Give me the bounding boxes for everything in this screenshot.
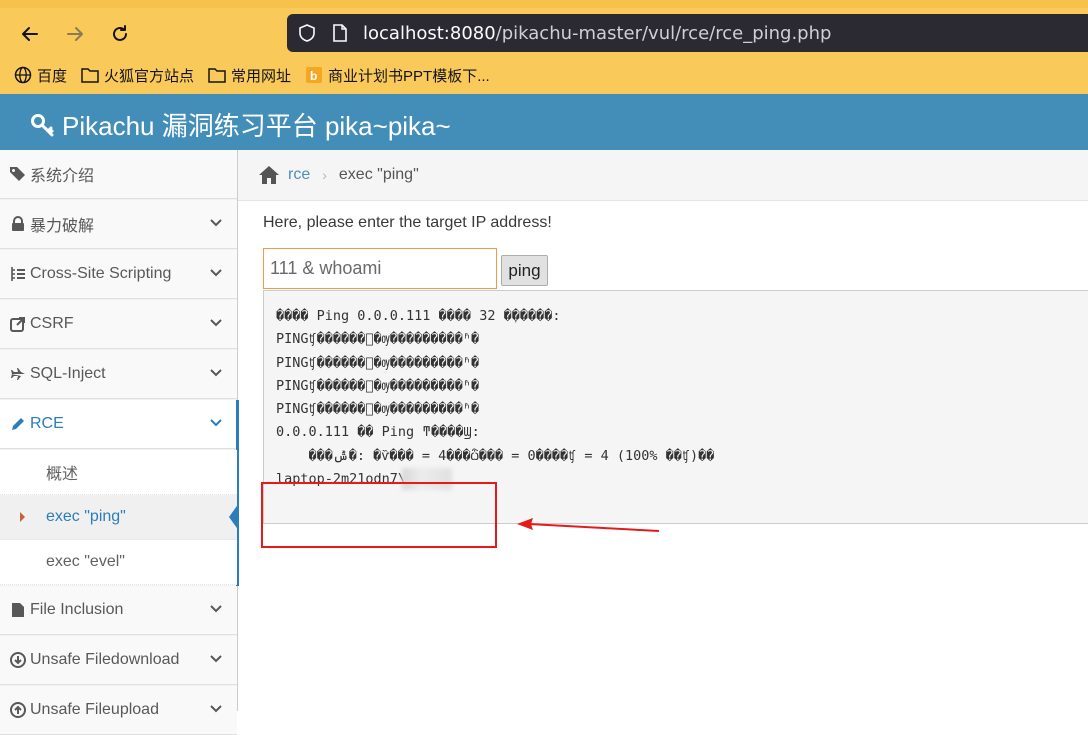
output-line: PINGʧ������ͨ�ѹ���������ʱ� xyxy=(276,401,480,418)
sidebar-item-label: 系统介绍 xyxy=(30,168,95,185)
app-title-text: Pikachu 漏洞练习平台 pika~pika~ xyxy=(62,111,451,141)
sidebar-item-csrf[interactable]: CSRF xyxy=(0,300,237,349)
chevron-down-icon xyxy=(210,705,222,713)
download-icon xyxy=(8,652,28,668)
reload-icon xyxy=(113,25,127,41)
bookmark-baidu[interactable]: 百度 xyxy=(14,65,67,86)
sidebar-item-label: Unsafe Fileupload xyxy=(30,701,159,718)
output-line: 0.0.0.111 �� Ping ͳ����Ϣ: xyxy=(276,424,480,441)
bookmark-label: 常用网址 xyxy=(231,67,292,85)
sidebar-item-label: CSRF xyxy=(30,315,74,332)
list-icon xyxy=(8,266,28,282)
forward-button[interactable] xyxy=(61,20,89,48)
output-line: PINGʧ������ͨ�ѹ���������ʱ� xyxy=(276,377,480,394)
page-info-icon[interactable] xyxy=(332,23,348,43)
url-text[interactable]: localhost:8080/pikachu-master/vul/rce/rc… xyxy=(363,23,831,44)
sidebar-item-rce[interactable]: RCE xyxy=(0,400,239,586)
file-icon xyxy=(8,602,28,618)
bookmark-common[interactable]: 常用网址 xyxy=(208,65,291,86)
sidebar-item-label: 暴力破解 xyxy=(30,218,95,235)
browser-toolbar: localhost:8080/pikachu-master/vul/rce/rc… xyxy=(0,0,1088,94)
tags-icon xyxy=(8,166,28,182)
shield-icon[interactable] xyxy=(297,23,317,43)
output-line: PINGʧ������ͨ�ѹ���������ʱ� xyxy=(276,331,480,348)
chevron-down-icon xyxy=(210,419,222,427)
url-bar[interactable]: localhost:8080/pikachu-master/vul/rce/rc… xyxy=(287,14,1088,52)
key-icon xyxy=(31,113,54,136)
globe-icon xyxy=(14,66,32,84)
sidebar-subitem-label: 概述 xyxy=(46,466,79,483)
output-line: PINGʧ������ͨ�ѹ���������ʱ� xyxy=(276,354,480,371)
svg-text:b: b xyxy=(310,69,317,83)
bookmark-firefox[interactable]: 火狐官方站点 xyxy=(81,65,194,86)
plane-icon xyxy=(8,367,28,381)
chevron-down-icon xyxy=(210,655,222,663)
back-button[interactable] xyxy=(16,20,44,48)
sidebar-item-bruteforce[interactable]: 暴力破解 xyxy=(0,200,237,249)
sidebar-item-label: RCE xyxy=(30,415,64,432)
chevron-down-icon xyxy=(210,605,222,613)
caret-right-icon xyxy=(20,512,25,522)
app-title[interactable]: Pikachu 漏洞练习平台 pika~pika~ xyxy=(30,106,451,143)
forward-arrow-icon xyxy=(67,27,83,41)
sidebar-item-xss[interactable]: Cross-Site Scripting xyxy=(0,250,237,299)
bookmark-ppt[interactable]: b 商业计划书PPT模板下... xyxy=(305,65,490,86)
upload-icon xyxy=(8,702,28,718)
chevron-down-icon xyxy=(210,219,222,227)
output-line: ���ݰ�: �ѷ��� = 4���ѽ��� = 0����ʧ = 4 (10… xyxy=(276,447,715,464)
sidebar-item-label: Unsafe Filedownload xyxy=(30,651,180,668)
breadcrumb: rce › exec "ping" xyxy=(238,150,1088,201)
sidebar-subitem-overview[interactable]: 概述 xyxy=(0,450,237,495)
sidebar-item-intro[interactable]: 系统介绍 xyxy=(0,150,237,199)
ip-address-input[interactable] xyxy=(263,248,497,289)
sidebar: 系统介绍 暴力破解 Cross-Site Scripting CSRF SQL-… xyxy=(0,150,239,735)
bookmark-label: 百度 xyxy=(37,67,68,85)
sidebar-subitem-exec-ping[interactable]: exec "ping" xyxy=(0,495,239,540)
folder-icon xyxy=(81,68,99,83)
sidebar-subitem-label: exec "evel" xyxy=(46,553,125,570)
site-favicon-icon: b xyxy=(306,67,323,83)
annotation-arrow-icon xyxy=(517,518,660,532)
sidebar-item-file-inclusion[interactable]: File Inclusion xyxy=(0,586,237,635)
bookmark-label: 火狐官方站点 xyxy=(104,67,195,85)
sidebar-subitem-exec-evel[interactable]: exec "evel" xyxy=(0,540,237,585)
back-arrow-icon xyxy=(22,27,38,41)
annotation-highlight-box xyxy=(261,482,497,548)
reload-button[interactable] xyxy=(106,20,134,48)
bookmarks-bar: 百度 火狐官方站点 常用网址 b 商业计划书PPT模板下... xyxy=(14,64,504,86)
ping-button[interactable]: ping xyxy=(501,255,548,286)
folder-icon xyxy=(208,68,226,83)
sidebar-item-label: File Inclusion xyxy=(30,601,124,618)
breadcrumb-separator-icon: › xyxy=(322,167,327,183)
home-icon[interactable] xyxy=(258,165,280,185)
sidebar-item-label: SQL-Inject xyxy=(30,365,106,382)
sidebar-subitem-label: exec "ping" xyxy=(46,508,126,525)
chevron-down-icon xyxy=(210,269,222,277)
chevron-down-icon xyxy=(210,369,222,377)
breadcrumb-link-rce[interactable]: rce xyxy=(288,166,310,184)
breadcrumb-current: exec "ping" xyxy=(338,166,419,183)
active-pointer xyxy=(229,503,239,531)
pencil-icon xyxy=(8,416,28,432)
sidebar-item-unsafe-filedownload[interactable]: Unsafe Filedownload xyxy=(0,636,237,685)
output-line: ���� Ping 0.0.0.111 ���� 32 �ֽ�����: xyxy=(276,308,561,324)
bookmark-label: 商业计划书PPT模板下... xyxy=(328,67,490,85)
share-icon xyxy=(8,316,28,332)
app-header: Pikachu 漏洞练习平台 pika~pika~ xyxy=(0,94,1088,150)
ip-prompt-text: Here, please enter the target IP address… xyxy=(263,214,552,231)
sidebar-item-sqli[interactable]: SQL-Inject xyxy=(0,350,237,399)
lock-icon xyxy=(8,216,28,232)
chevron-down-icon xyxy=(210,319,222,327)
sidebar-item-label: Cross-Site Scripting xyxy=(30,265,172,282)
